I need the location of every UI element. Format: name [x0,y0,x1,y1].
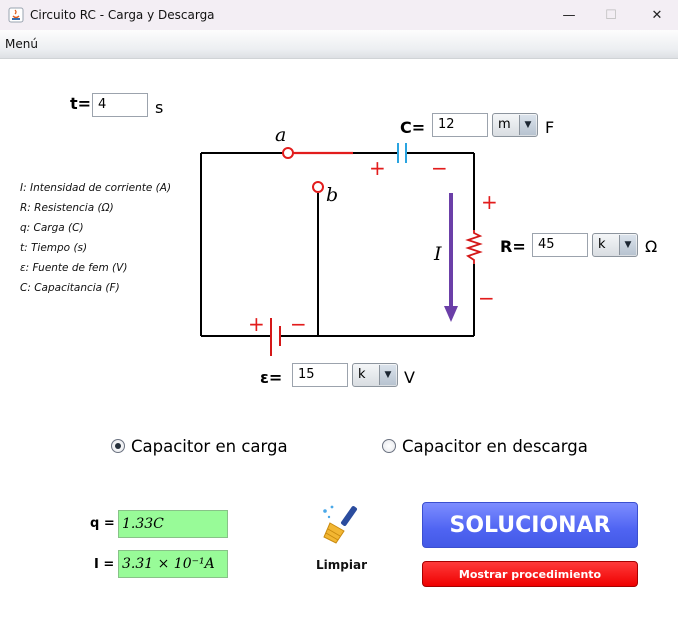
clear-button[interactable]: Limpiar [310,503,374,577]
resistor-symbol [465,230,483,264]
show-procedure-button[interactable]: Mostrar procedimiento [422,561,638,587]
node-a-label: a [275,124,286,146]
switch [282,147,353,193]
capacitor-symbol [397,143,407,163]
emf-label: ε= [260,368,283,387]
capacitance-input[interactable]: 12 [432,113,488,137]
capacitance-label: C= [400,118,426,137]
battery-minus-sign: − [290,312,307,336]
charge-result-label: q = [90,516,115,531]
resistance-unit: Ω [645,237,658,256]
resistance-prefix-value: k [598,237,606,252]
capacitor-plus-sign: + [369,156,386,180]
resistor-minus-sign: − [478,286,495,310]
chevron-down-icon: ▼ [619,235,636,255]
radio-selected-dot [115,443,121,449]
capacitance-prefix-value: m [498,117,511,132]
clear-button-label: Limpiar [316,558,367,572]
current-result-label: I = [94,557,115,572]
battery-plus-sign: + [248,312,265,336]
emf-prefix-select[interactable]: k ▼ [352,363,398,387]
node-b-label: b [326,184,338,206]
current-arrow [444,193,458,322]
emf-prefix-value: k [358,367,366,382]
charging-radio[interactable] [111,439,125,453]
capacitance-unit: F [545,118,555,137]
resistor-plus-sign: + [481,190,498,214]
resistance-prefix-select[interactable]: k ▼ [592,233,638,257]
solve-button[interactable]: SOLUCIONAR [422,502,638,548]
chevron-down-icon: ▼ [519,115,536,135]
charging-radio-label[interactable]: Capacitor en carga [131,437,288,456]
resistance-input[interactable]: 45 [532,233,588,257]
charge-result-field: 1.33C [118,510,228,538]
emf-input[interactable]: 15 [292,363,348,387]
capacitor-minus-sign: − [431,156,448,180]
current-label: I [433,243,442,265]
current-result-field: 3.31 × 10⁻¹A [118,550,228,578]
chevron-down-icon: ▼ [379,365,396,385]
emf-unit: V [404,368,415,387]
broom-icon [323,505,357,544]
discharging-radio[interactable] [382,439,396,453]
discharging-radio-label[interactable]: Capacitor en descarga [402,437,588,456]
capacitance-prefix-select[interactable]: m ▼ [492,113,538,137]
battery-symbol [270,318,281,356]
resistance-label: R= [500,237,526,256]
